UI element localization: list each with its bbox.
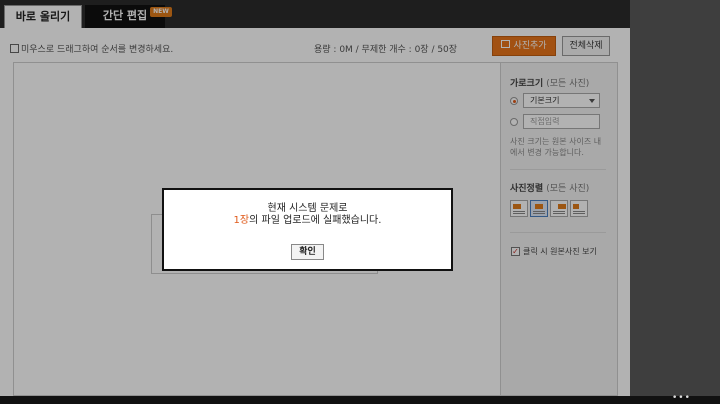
failed-count: 1장 <box>233 215 250 226</box>
error-dialog: 현재 시스템 문제로 1장의 파일 업로드에 실패했습니다. 확인 <box>162 188 453 271</box>
error-message-rest: 의 파일 업로드에 실패했습니다. <box>249 215 382 226</box>
confirm-button[interactable]: 확인 <box>291 244 324 260</box>
error-message-line2: 1장의 파일 업로드에 실패했습니다. <box>164 211 451 226</box>
more-icon[interactable]: ••• <box>672 393 691 403</box>
bottom-bar <box>0 396 720 404</box>
right-strip <box>630 0 720 396</box>
